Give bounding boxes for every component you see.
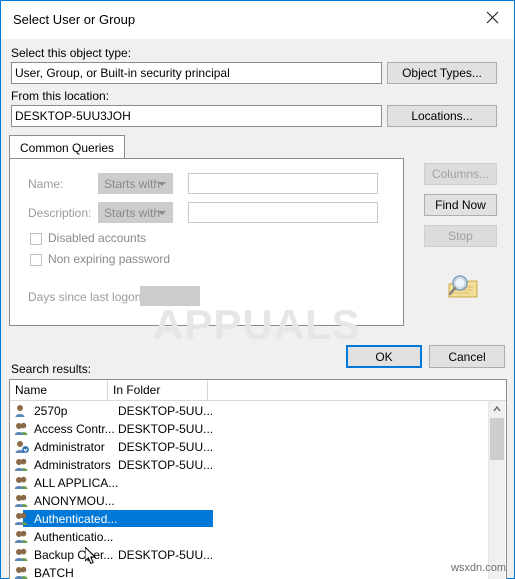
table-row[interactable]: Authenticatio...: [10, 528, 506, 546]
user-icon: [14, 404, 30, 418]
table-row[interactable]: ANONYMOU...: [10, 492, 506, 510]
locations-button[interactable]: Locations...: [387, 105, 497, 127]
name-condition-select[interactable]: Starts with: [98, 173, 173, 194]
dialog-body: Select this object type: User, Group, or…: [1, 39, 514, 579]
group-icon: [14, 530, 30, 544]
column-header-name[interactable]: Name: [10, 380, 108, 400]
list-header: Name In Folder: [10, 380, 506, 401]
row-name: Access Contr...: [34, 422, 115, 436]
group-icon: [14, 566, 30, 579]
location-field[interactable]: DESKTOP-5UU3JOH: [11, 105, 382, 127]
stop-button[interactable]: Stop: [424, 225, 497, 247]
tab-strip: Common Queries: [9, 135, 404, 159]
columns-button[interactable]: Columns...: [424, 163, 497, 185]
table-row[interactable]: 2570p DESKTOP-5UU...: [10, 402, 506, 420]
description-label: Description:: [28, 206, 92, 220]
vertical-scrollbar[interactable]: [488, 401, 505, 579]
row-name: BATCH: [34, 566, 74, 579]
group-icon: [14, 512, 30, 526]
chevron-down-icon: [158, 181, 166, 186]
search-folder-icon: [443, 271, 481, 303]
row-name: Authenticated...: [34, 512, 118, 526]
table-row[interactable]: Administrators DESKTOP-5UU...: [10, 456, 506, 474]
table-row[interactable]: BATCH: [10, 564, 506, 579]
select-user-or-group-dialog: Select User or Group Select this object …: [0, 0, 515, 579]
user-admin-icon: [14, 440, 30, 454]
row-in-folder: DESKTOP-5UU...: [118, 440, 214, 454]
disabled-accounts-label: Disabled accounts: [48, 231, 147, 245]
non-expiring-password-checkbox[interactable]: [30, 254, 42, 266]
row-in-folder: DESKTOP-5UU...: [118, 458, 214, 472]
group-icon: [14, 494, 30, 508]
window-title: Select User or Group: [13, 12, 136, 27]
non-expiring-password-label: Non expiring password: [48, 252, 171, 266]
description-input[interactable]: [188, 202, 378, 223]
ok-button[interactable]: OK: [346, 345, 422, 368]
search-results-list[interactable]: Name In Folder 2570p DESKTOP-5UU... Access…: [9, 379, 507, 579]
column-header-in-folder[interactable]: In Folder: [108, 380, 208, 400]
tab-common-queries[interactable]: Common Queries: [9, 135, 126, 159]
wsxdn-watermark: wsxdn.com: [450, 562, 506, 574]
object-types-button[interactable]: Object Types...: [387, 62, 497, 84]
days-since-last-logon-label: Days since last logon:: [28, 290, 145, 304]
find-now-button[interactable]: Find Now: [424, 194, 497, 216]
scrollbar-thumb[interactable]: [490, 418, 504, 460]
table-row[interactable]: ALL APPLICA...: [10, 474, 506, 492]
row-name: ANONYMOU...: [34, 494, 115, 508]
table-row[interactable]: Access Contr... DESKTOP-5UU...: [10, 420, 506, 438]
object-type-field[interactable]: User, Group, or Built-in security princi…: [11, 62, 382, 84]
row-in-folder: DESKTOP-5UU...: [118, 404, 214, 418]
name-condition-value: Starts with: [104, 176, 161, 191]
name-label: Name:: [28, 177, 64, 191]
group-icon: [14, 548, 30, 562]
cancel-button[interactable]: Cancel: [429, 345, 505, 368]
chevron-down-icon: [158, 210, 166, 215]
common-queries-panel: Name: Starts with Description: Starts wi…: [9, 158, 404, 326]
days-since-last-logon-select[interactable]: [140, 286, 200, 306]
search-results-label: Search results:: [11, 362, 92, 376]
table-row[interactable]: Backup Oper... DESKTOP-5UU...: [10, 546, 506, 564]
description-condition-value: Starts with: [104, 205, 161, 220]
location-label: From this location:: [11, 89, 110, 103]
group-icon: [14, 422, 30, 436]
row-name: 2570p: [34, 404, 68, 418]
close-icon[interactable]: [470, 1, 514, 33]
group-icon: [14, 476, 30, 490]
disabled-accounts-checkbox[interactable]: [30, 233, 42, 245]
object-type-label: Select this object type:: [11, 46, 132, 60]
row-name: ALL APPLICA...: [34, 476, 119, 490]
row-in-folder: DESKTOP-5UU...: [118, 548, 214, 562]
row-name: Administrator: [34, 440, 105, 454]
table-row[interactable]: Administrator DESKTOP-5UU...: [10, 438, 506, 456]
row-name: Authenticatio...: [34, 530, 114, 544]
row-name: Backup Oper...: [34, 548, 114, 562]
description-condition-select[interactable]: Starts with: [98, 202, 173, 223]
scroll-up-icon[interactable]: [489, 401, 505, 417]
title-bar: Select User or Group: [1, 1, 514, 40]
group-icon: [14, 458, 30, 472]
row-name: Administrators: [34, 458, 111, 472]
table-row[interactable]: Authenticated...: [10, 510, 506, 528]
row-in-folder: DESKTOP-5UU...: [118, 422, 214, 436]
name-input[interactable]: [188, 173, 378, 194]
